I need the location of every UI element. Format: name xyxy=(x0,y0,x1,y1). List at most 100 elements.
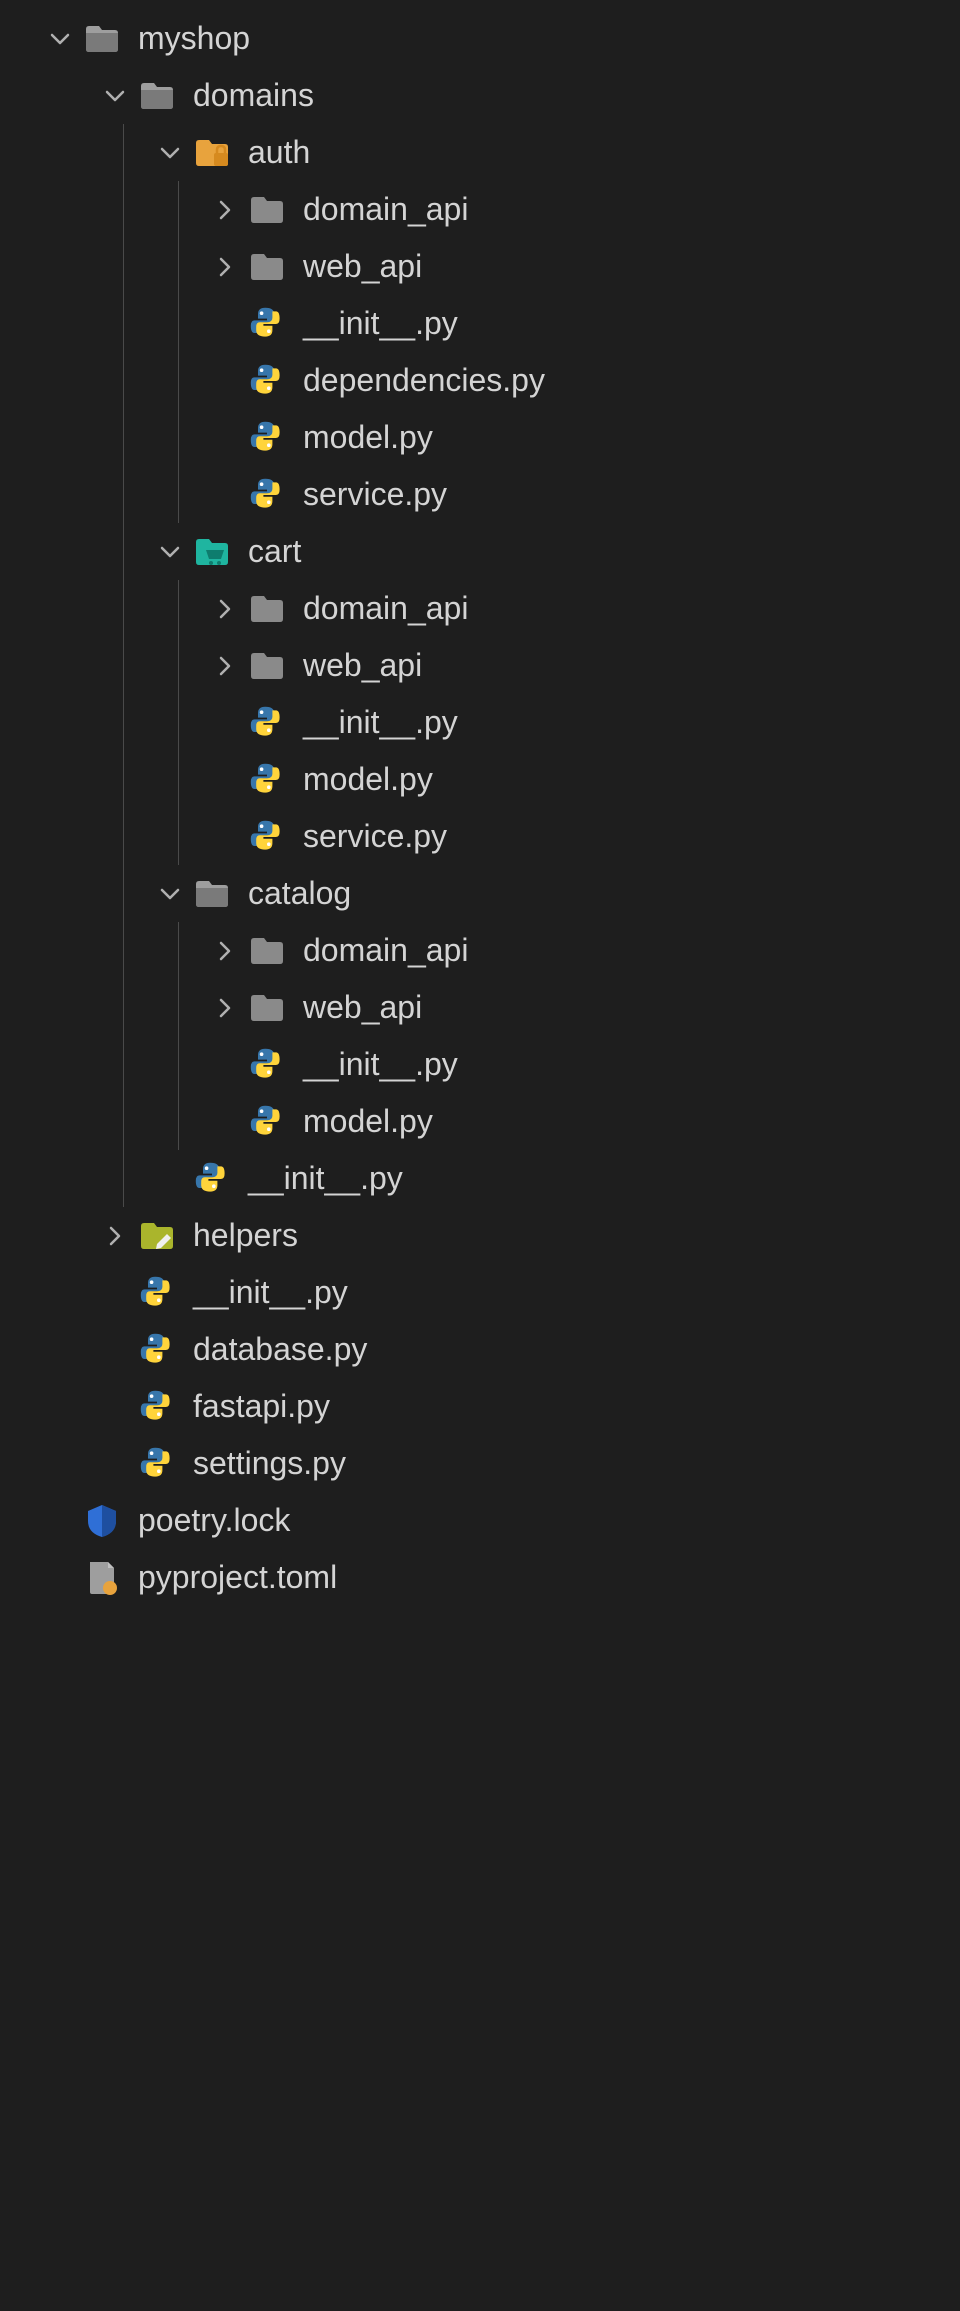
python-file-icon xyxy=(135,1328,179,1372)
python-file-icon xyxy=(245,1100,289,1144)
chevron-right-icon[interactable] xyxy=(205,988,245,1028)
tree-item-label: settings.py xyxy=(193,1445,346,1482)
tree-item[interactable]: pyproject.toml xyxy=(0,1549,960,1606)
chevron-right-icon[interactable] xyxy=(205,589,245,629)
chevron-placeholder xyxy=(205,703,245,743)
tree-item[interactable]: domain_api xyxy=(0,181,960,238)
tree-item[interactable]: settings.py xyxy=(0,1435,960,1492)
tree-item[interactable]: cart xyxy=(0,523,960,580)
tree-item[interactable]: web_api xyxy=(0,238,960,295)
chevron-right-icon[interactable] xyxy=(205,646,245,686)
tree-item[interactable]: model.py xyxy=(0,1093,960,1150)
chevron-placeholder xyxy=(40,1558,80,1598)
tree-item-label: cart xyxy=(248,533,301,570)
chevron-down-icon[interactable] xyxy=(150,532,190,572)
python-file-icon xyxy=(245,758,289,802)
chevron-right-icon[interactable] xyxy=(205,931,245,971)
tree-item-label: helpers xyxy=(193,1217,298,1254)
tree-item[interactable]: domain_api xyxy=(0,922,960,979)
tree-item-label: auth xyxy=(248,134,310,171)
python-file-icon xyxy=(135,1442,179,1486)
folder-icon xyxy=(245,587,289,631)
tree-item[interactable]: fastapi.py xyxy=(0,1378,960,1435)
tree-item-label: catalog xyxy=(248,875,351,912)
chevron-placeholder xyxy=(205,361,245,401)
python-file-icon xyxy=(245,701,289,745)
chevron-right-icon[interactable] xyxy=(205,190,245,230)
tree-item-label: __init__.py xyxy=(193,1274,348,1311)
tree-item-label: domain_api xyxy=(303,590,468,627)
tree-item-label: service.py xyxy=(303,818,447,855)
tree-item[interactable]: service.py xyxy=(0,466,960,523)
tree-item[interactable]: myshop xyxy=(0,10,960,67)
tree-item[interactable]: web_api xyxy=(0,637,960,694)
tree-item[interactable]: database.py xyxy=(0,1321,960,1378)
tree-item[interactable]: web_api xyxy=(0,979,960,1036)
tree-item-label: domain_api xyxy=(303,191,468,228)
folder-open-icon xyxy=(135,74,179,118)
tree-item[interactable]: __init__.py xyxy=(0,295,960,352)
python-file-icon xyxy=(190,1157,234,1201)
folder-lock-icon xyxy=(190,131,234,175)
python-file-icon xyxy=(245,416,289,460)
chevron-placeholder xyxy=(205,760,245,800)
folder-icon xyxy=(245,986,289,1030)
python-file-icon xyxy=(245,359,289,403)
tree-item[interactable]: __init__.py xyxy=(0,1150,960,1207)
python-file-icon xyxy=(135,1271,179,1315)
tree-item-label: __init__.py xyxy=(303,305,458,342)
tree-item[interactable]: dependencies.py xyxy=(0,352,960,409)
folder-icon xyxy=(245,188,289,232)
tree-item-label: fastapi.py xyxy=(193,1388,330,1425)
folder-cart-icon xyxy=(190,530,234,574)
tree-item-label: myshop xyxy=(138,20,250,57)
tree-item[interactable]: domain_api xyxy=(0,580,960,637)
folder-open-icon xyxy=(80,17,124,61)
folder-edit-icon xyxy=(135,1214,179,1258)
tree-item[interactable]: __init__.py xyxy=(0,694,960,751)
tree-item[interactable]: model.py xyxy=(0,751,960,808)
folder-open-icon xyxy=(190,872,234,916)
folder-icon xyxy=(245,245,289,289)
chevron-placeholder xyxy=(205,475,245,515)
tree-item-label: model.py xyxy=(303,761,433,798)
chevron-right-icon[interactable] xyxy=(95,1216,135,1256)
tree-item-label: model.py xyxy=(303,1103,433,1140)
chevron-placeholder xyxy=(95,1444,135,1484)
tree-item-label: domains xyxy=(193,77,314,114)
tree-item[interactable]: helpers xyxy=(0,1207,960,1264)
chevron-placeholder xyxy=(95,1387,135,1427)
lock-file-icon xyxy=(80,1499,124,1543)
python-file-icon xyxy=(245,1043,289,1087)
folder-icon xyxy=(245,644,289,688)
tree-item-label: __init__.py xyxy=(248,1160,403,1197)
tree-item[interactable]: auth xyxy=(0,124,960,181)
tree-item[interactable]: service.py xyxy=(0,808,960,865)
tree-item-label: dependencies.py xyxy=(303,362,545,399)
tree-item-label: service.py xyxy=(303,476,447,513)
tree-item[interactable]: poetry.lock xyxy=(0,1492,960,1549)
tree-item[interactable]: catalog xyxy=(0,865,960,922)
chevron-down-icon[interactable] xyxy=(40,19,80,59)
tree-item-label: __init__.py xyxy=(303,704,458,741)
tree-item-label: web_api xyxy=(303,989,422,1026)
folder-icon xyxy=(245,929,289,973)
chevron-placeholder xyxy=(95,1273,135,1313)
tree-item[interactable]: __init__.py xyxy=(0,1036,960,1093)
chevron-placeholder xyxy=(205,304,245,344)
tree-item-label: model.py xyxy=(303,419,433,456)
python-file-icon xyxy=(245,302,289,346)
chevron-right-icon[interactable] xyxy=(205,247,245,287)
chevron-down-icon[interactable] xyxy=(150,133,190,173)
tree-item-label: domain_api xyxy=(303,932,468,969)
chevron-placeholder xyxy=(205,817,245,857)
python-file-icon xyxy=(135,1385,179,1429)
chevron-placeholder xyxy=(205,418,245,458)
tree-item[interactable]: __init__.py xyxy=(0,1264,960,1321)
tree-item[interactable]: domains xyxy=(0,67,960,124)
chevron-down-icon[interactable] xyxy=(150,874,190,914)
tree-item[interactable]: model.py xyxy=(0,409,960,466)
chevron-placeholder xyxy=(95,1330,135,1370)
chevron-down-icon[interactable] xyxy=(95,76,135,116)
python-file-icon xyxy=(245,815,289,859)
